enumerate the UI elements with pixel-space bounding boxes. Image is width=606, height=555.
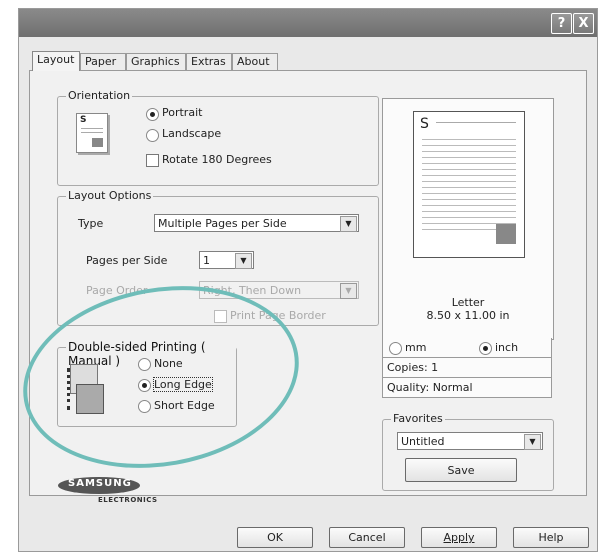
landscape-label[interactable]: Landscape	[162, 127, 221, 140]
chevron-down-icon[interactable]: ▼	[235, 253, 252, 269]
page-preview: S Letter 8.50 x 11.00 in	[382, 98, 554, 340]
close-title-button[interactable]: X	[573, 13, 594, 34]
rotate-180-label[interactable]: Rotate 180 Degrees	[162, 153, 272, 166]
chevron-down-icon[interactable]: ▼	[340, 216, 357, 232]
layout-options-group: Layout Options Type Multiple Pages per S…	[57, 189, 379, 326]
portrait-label[interactable]: Portrait	[162, 106, 202, 119]
duplex-long-edge-label[interactable]: Long Edge	[153, 377, 213, 392]
pages-per-side-select[interactable]: 1 ▼	[199, 251, 254, 269]
duplex-short-edge-label[interactable]: Short Edge	[154, 399, 215, 412]
duplex-short-edge-radio[interactable]	[138, 400, 151, 413]
samsung-logo-brand: SAMSUNG	[68, 478, 132, 489]
type-select[interactable]: Multiple Pages per Side ▼	[154, 214, 359, 232]
page-order-value: Right, Then Down	[203, 284, 302, 297]
page-order-select[interactable]: Right, Then Down ▼	[199, 281, 359, 299]
paper-size: 8.50 x 11.00 in	[426, 309, 510, 322]
tab-graphics[interactable]: Graphics	[126, 53, 186, 70]
orientation-title: Orientation	[66, 89, 133, 102]
preview-page-letter: S	[420, 116, 429, 132]
type-label: Type	[78, 217, 104, 230]
landscape-radio[interactable]	[146, 129, 159, 142]
apply-button[interactable]: Apply	[421, 527, 497, 548]
unit-row: mm inch	[382, 338, 552, 358]
pages-per-side-label: Pages per Side	[86, 254, 168, 267]
chevron-down-icon[interactable]: ▼	[340, 283, 357, 299]
unit-mm-radio[interactable]	[389, 342, 402, 355]
printer-properties-window: ? X Layout Paper Graphics Extras About O…	[18, 8, 598, 552]
unit-inch-label[interactable]: inch	[495, 341, 518, 354]
type-select-value: Multiple Pages per Side	[158, 217, 287, 230]
ok-button[interactable]: OK	[237, 527, 313, 548]
favorites-title: Favorites	[391, 412, 445, 425]
duplex-long-edge-radio[interactable]	[138, 379, 151, 392]
paper-name: Letter	[451, 296, 485, 309]
save-favorite-button[interactable]: Save	[405, 458, 517, 482]
tab-extras[interactable]: Extras	[186, 53, 232, 70]
duplex-none-label[interactable]: None	[154, 357, 183, 370]
favorites-group: Favorites Untitled ▼ Save	[382, 412, 554, 491]
chevron-down-icon[interactable]: ▼	[524, 434, 541, 450]
print-page-border-label[interactable]: Print Page Border	[230, 309, 326, 322]
duplex-booklet-icon	[67, 364, 104, 414]
orientation-group: Orientation S Portrait Landscape Rotate …	[57, 89, 379, 186]
copies-row: Copies: 1	[382, 358, 552, 378]
help-button[interactable]: Help	[513, 527, 589, 548]
layout-options-title: Layout Options	[66, 189, 154, 202]
quality-row: Quality: Normal	[382, 378, 552, 398]
unit-mm-label[interactable]: mm	[405, 341, 426, 354]
samsung-logo-sub: ELECTRONICS	[98, 496, 158, 504]
pages-per-side-value: 1	[203, 254, 210, 267]
quality-text: Quality: Normal	[387, 381, 473, 394]
tab-layout[interactable]: Layout	[32, 51, 80, 71]
document-icon-letter: S	[80, 115, 87, 125]
layout-panel: Orientation S Portrait Landscape Rotate …	[29, 70, 587, 504]
page-order-label: Page Order	[86, 284, 148, 297]
favorites-select[interactable]: Untitled ▼	[397, 432, 543, 450]
copies-text: Copies: 1	[387, 361, 439, 374]
preview-page: S	[413, 111, 525, 258]
print-page-border-checkbox[interactable]	[214, 310, 227, 323]
tab-about[interactable]: About	[232, 53, 278, 70]
duplex-none-radio[interactable]	[138, 358, 151, 371]
portrait-radio[interactable]	[146, 108, 159, 121]
portrait-document-icon: S	[76, 113, 108, 153]
tab-paper[interactable]: Paper	[80, 53, 126, 70]
favorites-value: Untitled	[401, 435, 445, 448]
title-bar: ? X	[19, 9, 597, 37]
cancel-button[interactable]: Cancel	[329, 527, 405, 548]
help-title-button[interactable]: ?	[551, 13, 572, 34]
rotate-180-checkbox[interactable]	[146, 154, 159, 167]
double-sided-group: Double-sided Printing ( Manual ) None Lo…	[57, 340, 237, 427]
unit-inch-radio[interactable]	[479, 342, 492, 355]
